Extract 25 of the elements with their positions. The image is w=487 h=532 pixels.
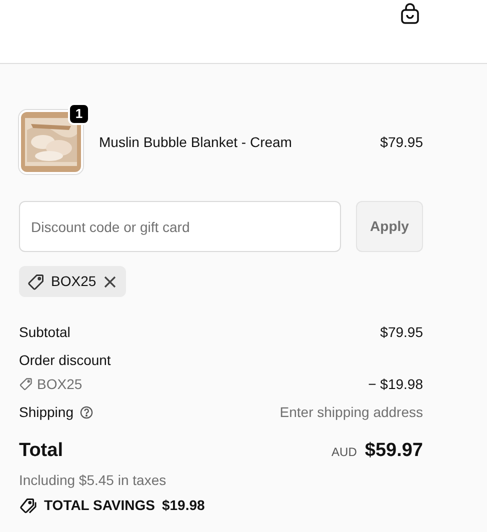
help-icon[interactable] <box>80 406 92 418</box>
shopping-bag-icon[interactable] <box>399 2 421 26</box>
tax-note: Including $5.45 in taxes <box>19 470 168 490</box>
total-amount: $59.97 <box>364 438 423 463</box>
close-icon <box>103 274 118 288</box>
discount-code: BOX25 <box>37 374 82 394</box>
quantity-badge: 1 <box>68 103 90 125</box>
total-label: Total <box>19 438 63 463</box>
summary-label: Shipping <box>19 402 74 422</box>
discount-amount: − $19.98 <box>368 374 423 394</box>
discount-code: BOX25 <box>51 272 96 291</box>
product-name: Muslin Bubble Blanket - Cream <box>99 132 293 152</box>
summary-value: $79.95 <box>380 322 423 342</box>
remove-button[interactable] <box>102 274 118 290</box>
tag-icon <box>19 377 33 391</box>
shipping-value: Enter shipping address <box>280 402 423 422</box>
tag-icon <box>27 272 45 290</box>
savings-amount: $19.98 <box>162 496 205 515</box>
savings-label: TOTAL SAVINGS <box>44 496 155 515</box>
currency-code: AUD <box>332 444 357 461</box>
summary-label: Order discount <box>19 350 111 370</box>
summary-label: Subtotal <box>19 322 70 342</box>
discount-field[interactable]: Discount code or gift card <box>19 201 341 252</box>
tags-icon <box>19 496 37 514</box>
product-price: $79.95 <box>380 132 423 152</box>
